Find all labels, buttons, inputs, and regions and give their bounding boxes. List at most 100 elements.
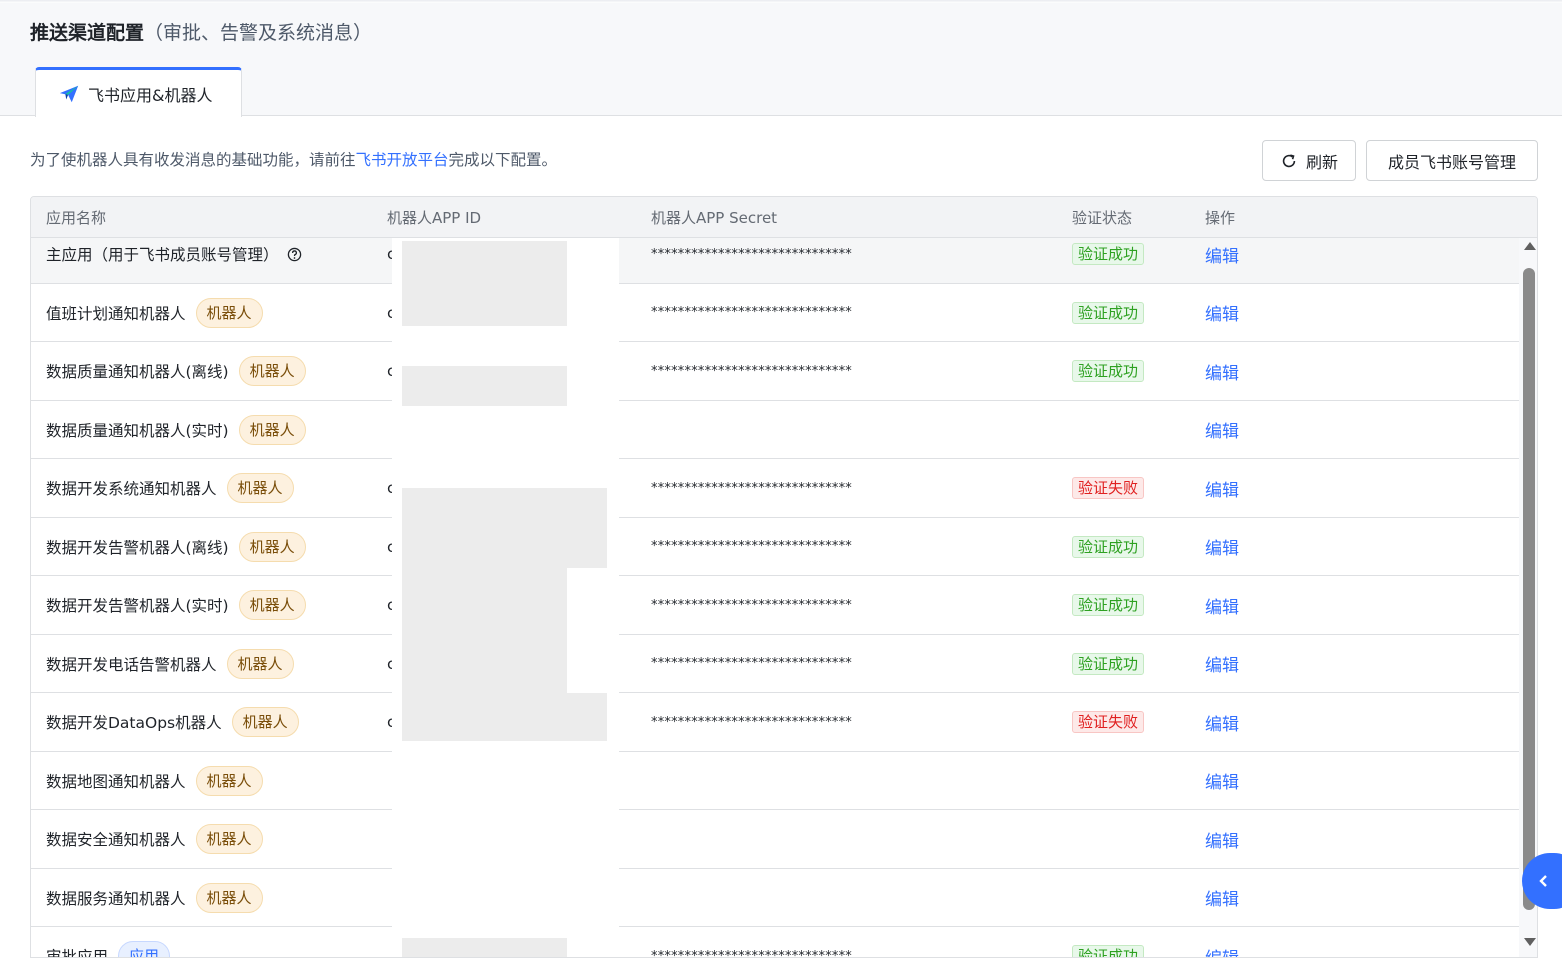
table-row: 数据安全通知机器人 机器人 编辑: [31, 810, 1519, 869]
app-name-cell: 数据开发电话告警机器人 机器人: [46, 635, 294, 693]
type-tag: 机器人: [226, 648, 294, 679]
app-name: 数据开发告警机器人(离线): [46, 538, 229, 557]
app-name-cell: 数据开发系统通知机器人 机器人: [46, 459, 294, 517]
app-secret-cell: ******************************: [651, 656, 852, 671]
page-title-subtitle: （审批、告警及系统消息）: [144, 22, 373, 44]
edit-link[interactable]: 编辑: [1205, 693, 1239, 751]
type-tag: 机器人: [226, 473, 294, 503]
app-secret-cell: ******************************: [651, 246, 852, 262]
status-badge: 验证成功: [1072, 594, 1145, 616]
edit-link[interactable]: 编辑: [1205, 284, 1239, 342]
status-cell: 验证成功: [1072, 284, 1145, 342]
app-secret-cell: ******************************: [651, 363, 852, 379]
status-badge: 验证成功: [1072, 535, 1145, 558]
table-row: 数据开发DataOps机器人机器人c**********************…: [31, 693, 1519, 752]
paper-plane-icon: [59, 85, 79, 102]
type-tag: 应用: [118, 941, 171, 957]
page-title: 推送渠道配置（审批、告警及系统消息）: [30, 20, 372, 46]
edit-link[interactable]: 编辑: [1205, 927, 1239, 958]
app-name: 数据开发电话告警机器人: [46, 655, 217, 674]
intro-suffix: 完成以下配置。: [448, 151, 558, 169]
status-cell: 验证成功: [1072, 635, 1145, 693]
app-name-cell: 数据质量通知机器人(实时) 机器人: [46, 401, 306, 459]
redaction-block: [402, 241, 567, 326]
col-app-id: 机器人APP ID: [387, 209, 482, 227]
status-badge: 验证成功: [1072, 301, 1145, 324]
status-badge: 验证成功: [1072, 652, 1145, 675]
edit-link[interactable]: 编辑: [1205, 518, 1239, 576]
status-badge: 验证成功: [1072, 360, 1145, 382]
member-account-label: 成员飞书账号管理: [1387, 152, 1516, 172]
edit-link[interactable]: 编辑: [1205, 576, 1239, 634]
app-name-cell: 数据地图通知机器人 机器人: [46, 752, 263, 810]
status-cell: 验证成功: [1072, 238, 1145, 283]
open-platform-link[interactable]: 飞书开放平台: [356, 151, 449, 169]
refresh-icon: [1282, 153, 1296, 167]
edit-link[interactable]: 编辑: [1205, 459, 1239, 517]
table-row: 数据开发电话告警机器人机器人c*************************…: [31, 635, 1519, 693]
status-badge: 验证失败: [1072, 477, 1145, 499]
scroll-up-arrow[interactable]: [1524, 242, 1536, 250]
table-row: 数据地图通知机器人 机器人 编辑: [31, 752, 1519, 810]
type-tag: 机器人: [195, 297, 263, 328]
help-icon[interactable]: [287, 247, 302, 262]
app-name: 值班计划通知机器人: [46, 304, 186, 323]
col-status: 验证状态: [1072, 209, 1133, 227]
redacted-app-id-column: [392, 238, 619, 957]
app-name: 审批应用: [46, 948, 109, 958]
table-scrollbar[interactable]: [1519, 238, 1537, 957]
app-secret-cell: ******************************: [651, 597, 852, 613]
status-badge: 验证成功: [1072, 243, 1145, 265]
type-tag: 机器人: [238, 531, 306, 562]
redaction-block: [402, 938, 567, 957]
status-cell: 验证成功: [1072, 576, 1145, 634]
scroll-down-arrow[interactable]: [1524, 938, 1536, 946]
status-badge: 验证失败: [1072, 711, 1145, 733]
app-secret-cell: ******************************: [651, 948, 852, 958]
table-row: 数据质量通知机器人(离线)机器人c***********************…: [31, 342, 1519, 401]
edit-link[interactable]: 编辑: [1205, 635, 1239, 693]
app-name: 数据质量通知机器人(实时): [46, 421, 229, 440]
redaction-block: [402, 366, 567, 406]
chevron-left-icon: [1539, 875, 1547, 887]
intro-text: 为了使机器人具有收发消息的基础功能，请前往飞书开放平台完成以下配置。: [30, 148, 557, 172]
edit-link[interactable]: 编辑: [1205, 752, 1239, 810]
app-name: 数据开发系统通知机器人: [46, 480, 217, 498]
col-app-name: 应用名称: [46, 209, 107, 227]
col-app-secret: 机器人APP Secret: [651, 209, 778, 227]
app-name-cell: 值班计划通知机器人 机器人: [46, 284, 263, 342]
edit-link[interactable]: 编辑: [1205, 238, 1239, 283]
table-row: 数据开发告警机器人(实时)机器人c***********************…: [31, 576, 1519, 635]
app-name-cell: 数据开发DataOps机器人 机器人: [46, 693, 299, 751]
page-title-main: 推送渠道配置: [30, 22, 145, 44]
redaction-block: [402, 693, 607, 741]
edit-link[interactable]: 编辑: [1205, 401, 1239, 459]
type-tag: 机器人: [195, 882, 263, 913]
edit-link[interactable]: 编辑: [1205, 869, 1239, 927]
app-name-cell: 审批应用 应用: [46, 927, 171, 958]
app-name: 数据服务通知机器人: [46, 889, 186, 908]
table-row: 值班计划通知机器人机器人c***************************…: [31, 284, 1519, 342]
bot-table: 应用名称 机器人APP ID 机器人APP Secret 验证状态 操作 主应用…: [30, 196, 1538, 958]
app-name-cell: 数据质量通知机器人(离线) 机器人: [46, 342, 306, 400]
tab-feishu-app-bot[interactable]: 飞书应用&机器人: [35, 67, 242, 117]
scroll-thumb[interactable]: [1523, 268, 1535, 910]
app-name-cell: 主应用（用于飞书成员账号管理）: [46, 238, 302, 283]
status-cell: 验证成功: [1072, 927, 1145, 957]
refresh-label: 刷新: [1305, 152, 1338, 172]
table-header: 应用名称 机器人APP ID 机器人APP Secret 验证状态 操作: [31, 197, 1537, 238]
top-shadow: [0, 0, 1562, 3]
refresh-button[interactable]: 刷新: [1262, 140, 1356, 181]
status-cell: 验证失败: [1072, 459, 1145, 517]
type-tag: 机器人: [195, 765, 263, 796]
table-row: 数据质量通知机器人(实时) 机器人 编辑: [31, 401, 1519, 459]
app-name: 数据开发DataOps机器人: [46, 714, 222, 732]
edit-link[interactable]: 编辑: [1205, 810, 1239, 868]
table-row: 数据开发告警机器人(离线)机器人c***********************…: [31, 518, 1519, 576]
app-secret-cell: ******************************: [651, 480, 852, 496]
member-account-button[interactable]: 成员飞书账号管理: [1366, 140, 1538, 181]
app-name-cell: 数据开发告警机器人(实时) 机器人: [46, 576, 306, 634]
tab-label: 飞书应用&机器人: [88, 85, 213, 105]
table-body[interactable]: 主应用（用于飞书成员账号管理）c************************…: [31, 238, 1519, 958]
edit-link[interactable]: 编辑: [1205, 342, 1239, 400]
